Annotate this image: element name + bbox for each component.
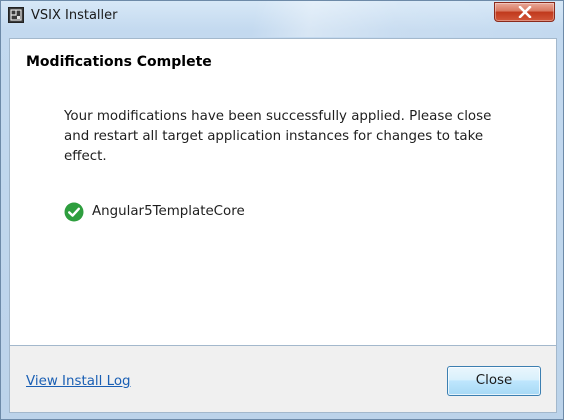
window-title: VSIX Installer: [31, 8, 118, 23]
extension-name: Angular5TemplateCore: [92, 204, 245, 219]
success-check-icon: [64, 202, 84, 222]
vsix-installer-window: VSIX Installer Modifications Complete Yo…: [0, 0, 564, 420]
completion-message: Your modifications have been successfull…: [64, 109, 492, 164]
content-panel: Modifications Complete Your modification…: [9, 38, 557, 346]
title-bar[interactable]: VSIX Installer: [1, 1, 563, 37]
page-title: Modifications Complete: [26, 54, 212, 70]
vsix-app-icon: [8, 7, 24, 23]
close-button[interactable]: Close: [447, 366, 541, 396]
view-install-log-link[interactable]: View Install Log: [26, 374, 131, 389]
footer-bar: View Install Log Close: [9, 346, 557, 413]
window-close-button[interactable]: [494, 2, 555, 22]
